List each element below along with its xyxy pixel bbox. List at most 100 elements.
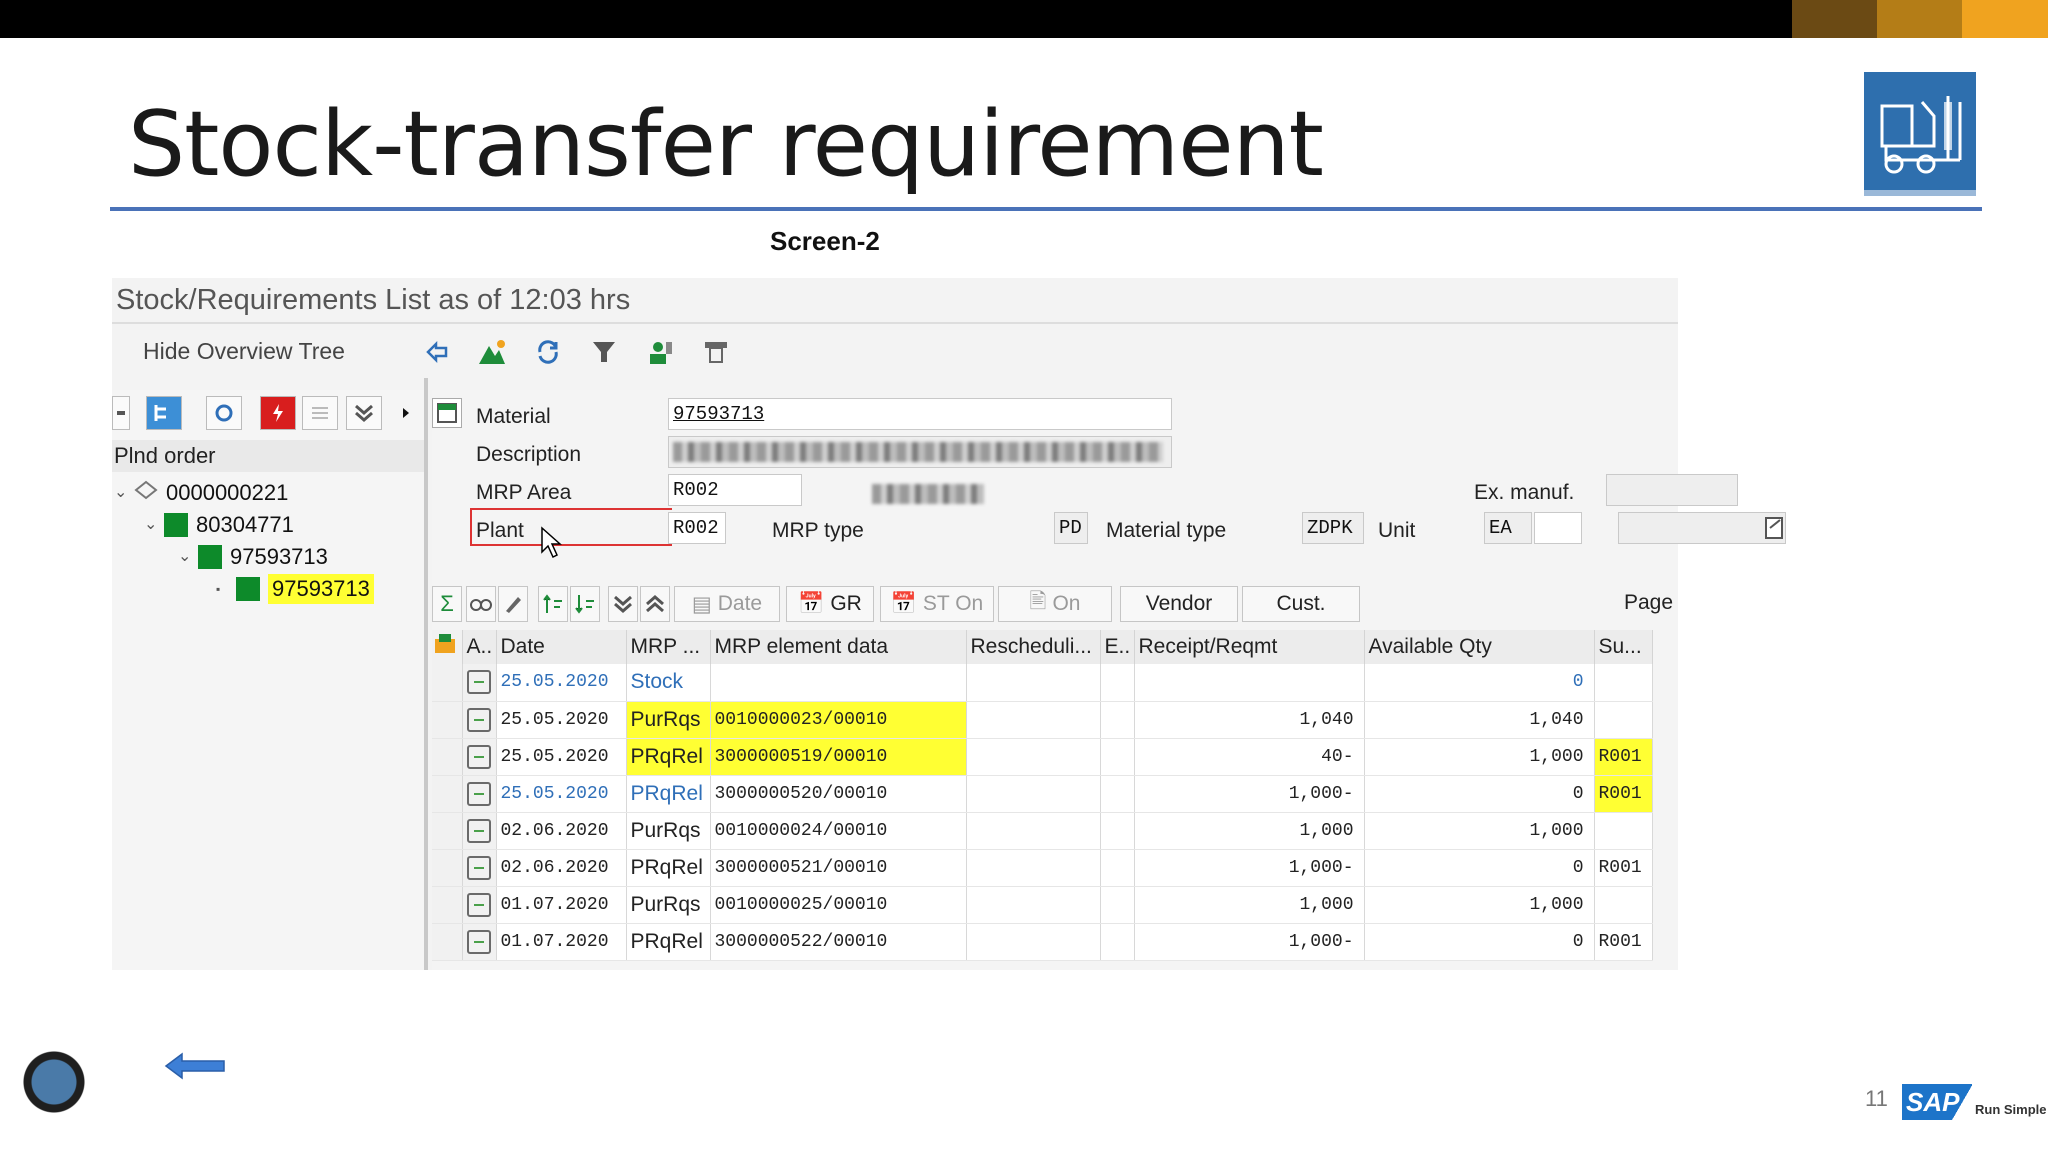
element-cell: 3000000520/00010 [710, 775, 967, 813]
plant-field[interactable]: R002 [668, 512, 726, 544]
top-banner [0, 0, 2048, 38]
supply-cell [1594, 701, 1653, 739]
column-header[interactable]: E.. [1100, 630, 1135, 664]
tree-node[interactable]: ⌄ 0000000221 [114, 478, 288, 508]
table-row[interactable]: 25.05.2020 PRqRel 3000000519/00010 40- 1… [432, 738, 1653, 776]
tree-refresh-icon[interactable] [206, 396, 242, 430]
tree-node-label: 97593713 [230, 544, 328, 569]
table-row[interactable]: 25.05.2020 PurRqs 0010000023/00010 1,040… [432, 701, 1653, 739]
pencil-icon[interactable] [498, 586, 528, 622]
on-button[interactable]: 🖹 On [998, 586, 1112, 622]
column-header[interactable]: MRP element data [710, 630, 967, 664]
receipt-cell: 1,000- [1134, 849, 1365, 887]
mrp-element-icon[interactable] [462, 738, 497, 776]
supply-cell: R001 [1594, 923, 1653, 961]
blurred-description [673, 441, 1163, 462]
vendor-button[interactable]: Vendor [1120, 586, 1238, 622]
available-cell: 0 [1364, 849, 1595, 887]
refresh-icon[interactable] [530, 334, 566, 370]
tree-column-header: Plnd order [112, 440, 424, 472]
exception-icon[interactable] [260, 396, 296, 430]
exception-cell [1100, 923, 1135, 961]
mrp-cell: PRqRel [626, 775, 711, 813]
material-header-icon[interactable] [432, 398, 462, 428]
receipt-cell: 1,040 [1134, 701, 1365, 739]
stock-requirements-table: A.. Date MRP ... MRP element data Resche… [432, 630, 1653, 961]
expand-all-icon[interactable] [346, 396, 382, 430]
banner-segment [1792, 0, 1877, 38]
material-label: Material [476, 405, 551, 428]
resched-cell [966, 664, 1101, 702]
mrp-area-field[interactable]: R002 [668, 474, 802, 506]
collapse-icon[interactable] [112, 396, 130, 430]
sort-ascending-icon[interactable] [538, 586, 568, 622]
sort-descending-icon[interactable] [570, 586, 600, 622]
mrp-element-icon[interactable] [462, 664, 497, 702]
date-button[interactable]: ▤ Date [674, 586, 780, 622]
st-on-button[interactable]: 📅 ST On [880, 586, 994, 622]
tree-node[interactable]: ⌄ 97593713 [178, 542, 328, 572]
warehouse-forklift-icon [1864, 72, 1976, 196]
back-icon[interactable] [418, 334, 454, 370]
page-label: Page [1624, 591, 1674, 614]
pane-splitter[interactable] [424, 378, 428, 970]
table-row[interactable]: 02.06.2020 PRqRel 3000000521/00010 1,000… [432, 849, 1653, 887]
chevron-down-icon[interactable]: ⌄ [178, 542, 198, 572]
tree-node[interactable]: ⌄ 80304771 [144, 510, 294, 540]
exception-cell [1100, 812, 1135, 850]
structure-icon[interactable] [302, 396, 338, 430]
tree-node-selected[interactable]: ▪ 97593713 [216, 574, 374, 604]
mrp-element-icon[interactable] [462, 701, 497, 739]
date-cell: 02.06.2020 [496, 849, 627, 887]
hide-overview-tree-button[interactable]: Hide Overview Tree [143, 336, 345, 366]
column-header[interactable]: Rescheduli... [966, 630, 1101, 664]
document-edit-icon[interactable] [1764, 516, 1786, 545]
available-cell: 1,040 [1364, 701, 1595, 739]
mouse-cursor-icon [540, 526, 566, 565]
mrp-element-icon[interactable] [462, 775, 497, 813]
print-icon[interactable] [698, 334, 734, 370]
filter-icon[interactable] [586, 334, 622, 370]
mrp-element-icon[interactable] [462, 886, 497, 924]
mrp-element-icon[interactable] [462, 812, 497, 850]
unit-field: EA [1484, 512, 1532, 544]
gr-button[interactable]: 📅 GR [786, 586, 874, 622]
expand-rows-icon[interactable] [608, 586, 638, 622]
mrp-cell: PurRqs [626, 701, 711, 739]
table-row[interactable]: 25.05.2020 PRqRel 3000000520/00010 1,000… [432, 775, 1653, 813]
hierarchy-icon[interactable] [146, 396, 182, 430]
chevron-down-icon[interactable]: ⌄ [144, 510, 164, 540]
column-header[interactable]: Su... [1594, 630, 1653, 664]
mrp-element-icon[interactable] [462, 849, 497, 887]
sum-button[interactable]: Σ [432, 586, 462, 622]
material-field[interactable]: 97593713 [668, 398, 1172, 430]
column-header[interactable]: Available Qty [1364, 630, 1595, 664]
material-node-icon [164, 513, 188, 537]
mrp-cell: PRqRel [626, 923, 711, 961]
date-button-label: Date [717, 592, 763, 615]
layout-icon[interactable] [432, 630, 463, 664]
table-row[interactable]: 25.05.2020 Stock 0 [432, 664, 1653, 702]
table-row[interactable]: 02.06.2020 PurRqs 0010000024/00010 1,000… [432, 812, 1653, 850]
table-row[interactable]: 01.07.2020 PurRqs 0010000025/00010 1,000… [432, 886, 1653, 924]
chevron-down-icon[interactable]: ⌄ [114, 478, 134, 508]
banner-segment [1877, 0, 1962, 38]
more-arrow-icon[interactable] [396, 396, 416, 430]
customer-button[interactable]: Cust. [1242, 586, 1360, 622]
unit-label: Unit [1378, 519, 1416, 542]
column-header[interactable]: A.. [462, 630, 497, 664]
mrp-element-icon[interactable] [462, 923, 497, 961]
find-icon[interactable] [466, 586, 496, 622]
user-settings-icon[interactable] [642, 334, 678, 370]
mountain-chart-icon[interactable] [474, 334, 510, 370]
back-arrow-icon[interactable] [164, 1052, 226, 1080]
header-divider [112, 322, 1678, 324]
mrp-cell: PurRqs [626, 812, 711, 850]
mrp-cell: Stock [626, 664, 711, 702]
column-header[interactable]: MRP ... [626, 630, 711, 664]
column-header[interactable]: Date [496, 630, 627, 664]
column-header[interactable]: Receipt/Reqmt [1134, 630, 1365, 664]
collapse-rows-icon[interactable] [640, 586, 670, 622]
date-cell: 01.07.2020 [496, 886, 627, 924]
table-row[interactable]: 01.07.2020 PRqRel 3000000522/00010 1,000… [432, 923, 1653, 961]
